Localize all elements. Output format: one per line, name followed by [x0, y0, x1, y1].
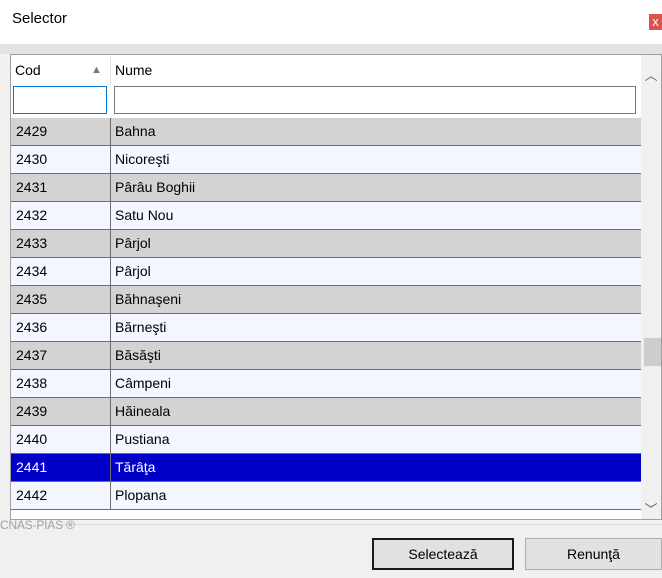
cell-cod: 2429	[11, 118, 111, 145]
scroll-up-icon[interactable]: ︿	[641, 65, 661, 83]
cell-nume: Nicoreşti	[115, 151, 170, 167]
cell-cod: 2440	[11, 426, 111, 453]
cell-nume: Băsăşti	[115, 347, 161, 363]
cell-nume: Tărâţa	[115, 459, 156, 475]
cell-nume: Hăineala	[115, 403, 171, 419]
table-row[interactable]: 2440 Pustiana	[11, 426, 641, 454]
table-row[interactable]: 2433 Pârjol	[11, 230, 641, 258]
cell-cod: 2437	[11, 342, 111, 369]
cell-nume: Bărneşti	[115, 319, 167, 335]
column-header-cod-label: Cod	[15, 62, 41, 78]
table-row[interactable]: 2431 Pârâu Boghii	[11, 174, 641, 202]
title-separator	[0, 44, 662, 54]
table-row[interactable]: 2439 Hăineala	[11, 398, 641, 426]
cell-nume: Pârjol	[115, 235, 151, 251]
cell-cod: 2433	[11, 230, 111, 257]
cell-nume: Pârjol	[115, 263, 151, 279]
title-bar: Selector x	[0, 0, 662, 44]
cell-cod: 2441	[11, 454, 111, 481]
cancel-button[interactable]: Renunţă	[525, 538, 662, 570]
table-row[interactable]: 2441 Tărâţa	[11, 454, 641, 482]
close-button[interactable]: x	[649, 14, 662, 30]
cod-filter-input[interactable]	[13, 86, 107, 114]
sort-ascending-icon: ▲	[91, 64, 102, 76]
table-row[interactable]: 2432 Satu Nou	[11, 202, 641, 230]
cell-cod: 2438	[11, 370, 111, 397]
nume-filter-input[interactable]	[114, 86, 636, 114]
selector-grid: Cod ▲ Nume 2429 Bahna 2430 Nicoreşti 2431 Pâr…	[10, 54, 662, 520]
window-title: Selector	[12, 10, 68, 27]
table-row[interactable]: 2429 Bahna	[11, 118, 641, 146]
scroll-down-icon[interactable]: ﹀	[641, 499, 661, 517]
grid-header: Cod ▲ Nume	[11, 55, 641, 85]
table-row[interactable]: 2437 Băsăşti	[11, 342, 641, 370]
cell-nume: Pustiana	[115, 431, 170, 447]
cell-nume: Satu Nou	[115, 207, 174, 223]
grid-rows: 2429 Bahna 2430 Nicoreşti 2431 Pârâu Boghii 24…	[11, 118, 641, 510]
cell-cod: 2442	[11, 482, 111, 509]
table-row[interactable]: 2438 Câmpeni	[11, 370, 641, 398]
cell-cod: 2439	[11, 398, 111, 425]
column-header-nume-label: Nume	[115, 62, 153, 78]
cell-nume: Băhnaşeni	[115, 291, 182, 307]
select-button[interactable]: Selectează	[372, 538, 514, 570]
footer-divider	[62, 524, 662, 525]
table-row[interactable]: 2434 Pârjol	[11, 258, 641, 286]
column-header-cod[interactable]: Cod ▲	[11, 55, 111, 85]
filter-row	[11, 85, 641, 118]
table-row[interactable]: 2435 Băhnaşeni	[11, 286, 641, 314]
column-header-nume[interactable]: Nume	[111, 55, 641, 85]
cell-cod: 2436	[11, 314, 111, 341]
cell-cod: 2435	[11, 286, 111, 313]
footer-brand: CNAS-PIAS ®	[0, 518, 75, 532]
cell-nume: Bahna	[115, 123, 156, 139]
cell-cod: 2431	[11, 174, 111, 201]
cell-nume: Plopana	[115, 487, 167, 503]
cell-nume: Pârâu Boghii	[115, 179, 196, 195]
table-row[interactable]: 2436 Bărneşti	[11, 314, 641, 342]
cell-cod: 2432	[11, 202, 111, 229]
cell-cod: 2434	[11, 258, 111, 285]
scrollbar-thumb[interactable]	[644, 338, 661, 366]
table-row[interactable]: 2442 Plopana	[11, 482, 641, 510]
table-row[interactable]: 2430 Nicoreşti	[11, 146, 641, 174]
cell-cod: 2430	[11, 146, 111, 173]
cell-nume: Câmpeni	[115, 375, 172, 391]
vertical-scrollbar[interactable]: ︿ ﹀	[641, 55, 661, 519]
